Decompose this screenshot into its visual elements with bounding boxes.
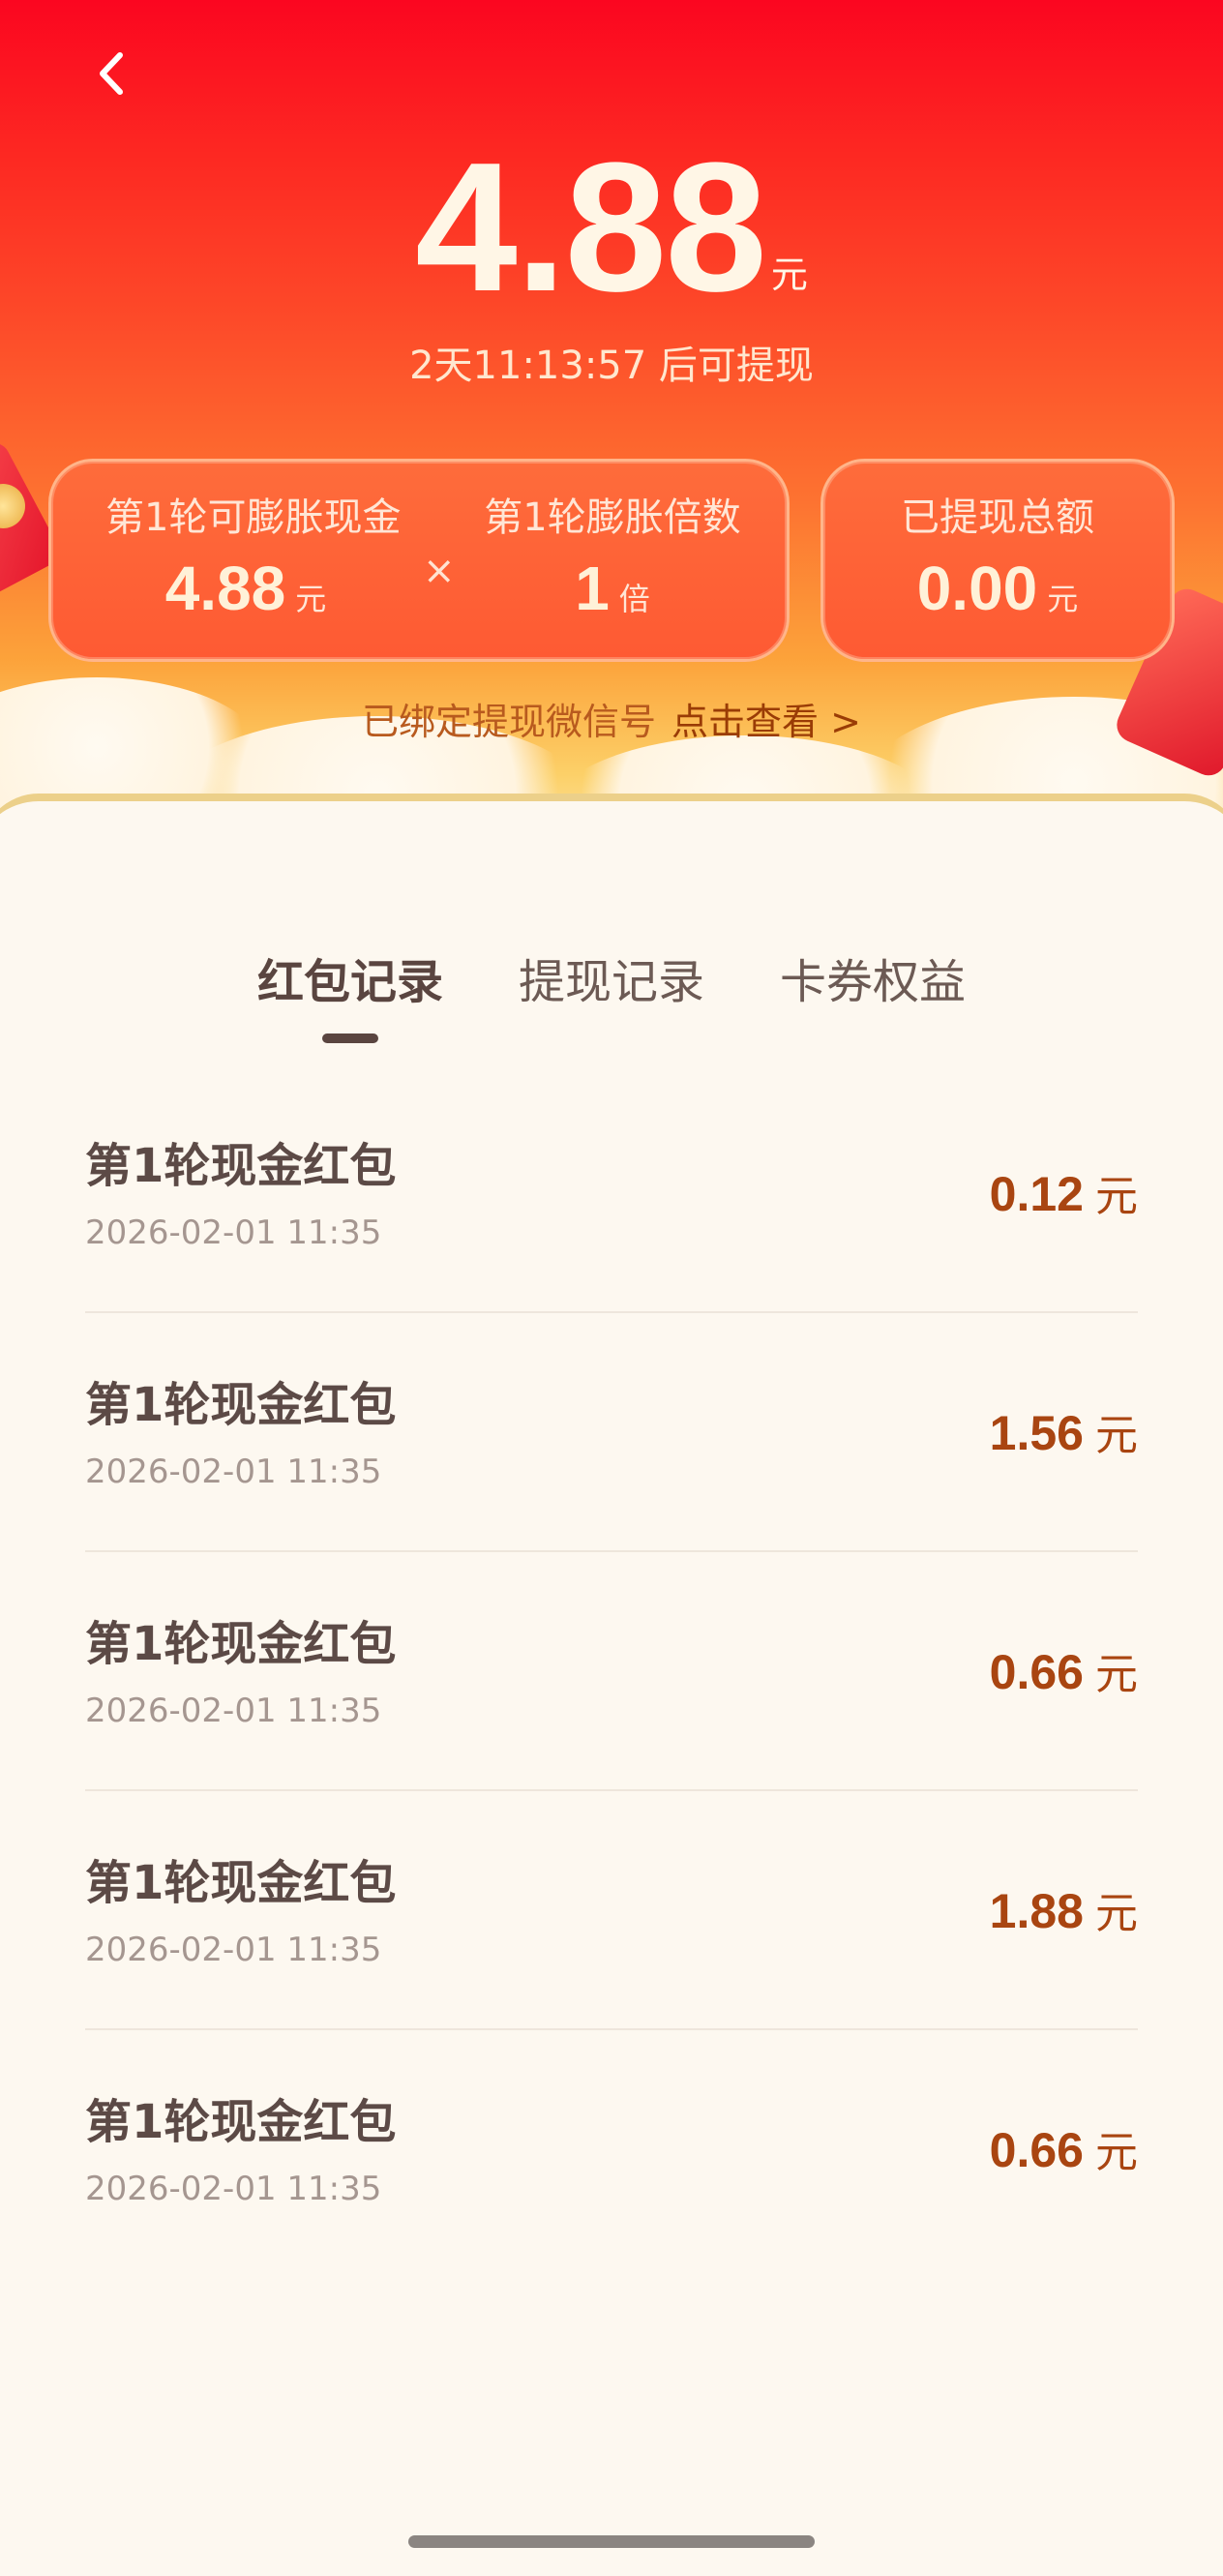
view-details-link[interactable]: 点击查看 > (671, 701, 861, 743)
record-amount-value: 0.12 (989, 1167, 1084, 1221)
round-multiplier-value: 1 (575, 554, 610, 623)
withdrawn-total-stat: 已提现总额 0.00 元 (823, 491, 1172, 622)
record-amount-unit: 元 (1095, 1172, 1138, 1221)
red-packet-record-list: 第1轮现金红包 2026-02-01 11:35 0.12 元 第1轮现金红包 … (85, 1074, 1138, 2269)
record-amount: 0.66 元 (990, 2117, 1138, 2179)
withdrawn-total-card: 已提现总额 0.00 元 (820, 459, 1175, 662)
record-amount: 1.56 元 (990, 1400, 1138, 1462)
withdrawn-total-value: 0.00 (916, 554, 1038, 623)
record-title: 第1轮现金红包 (85, 1378, 397, 1432)
round-multiplier-stat: 第1轮膨胀倍数 1 倍 (477, 491, 748, 622)
home-indicator[interactable] (408, 2535, 815, 2548)
record-amount-unit: 元 (1095, 1650, 1138, 1699)
round-stats-card: 第1轮可膨胀现金 4.88 元 × 第1轮膨胀倍数 1 倍 (48, 459, 790, 662)
round-cash-stat: 第1轮可膨胀现金 4.88 元 (105, 491, 402, 623)
record-amount-value: 0.66 (989, 2123, 1084, 2177)
record-title: 第1轮现金红包 (85, 1139, 397, 1193)
list-item[interactable]: 第1轮现金红包 2026-02-01 11:35 0.66 元 (85, 2030, 1138, 2269)
round-cash-unit: 元 (295, 581, 327, 617)
record-time: 2026-02-01 11:35 (85, 1453, 382, 1491)
record-time: 2026-02-01 11:35 (85, 1213, 382, 1252)
list-item[interactable]: 第1轮现金红包 2026-02-01 11:35 0.66 元 (85, 1552, 1138, 1791)
withdrawn-total-label: 已提现总额 (901, 495, 1094, 540)
chevron-left-icon (100, 52, 123, 95)
round-cash-value: 4.88 (164, 554, 286, 623)
record-title: 第1轮现金红包 (85, 1617, 397, 1671)
record-time: 2026-02-01 11:35 (85, 1931, 382, 1969)
tab-label: 提现记录 (518, 955, 704, 1009)
round-cash-label: 第1轮可膨胀现金 (105, 495, 402, 540)
record-amount: 0.12 元 (990, 1161, 1138, 1223)
record-amount-unit: 元 (1095, 2128, 1138, 2177)
record-time: 2026-02-01 11:35 (85, 1692, 382, 1730)
record-tabs: 红包记录 提现记录 卡券权益 (0, 948, 1223, 1043)
tab-withdraw-records[interactable]: 提现记录 (519, 948, 704, 1016)
page: 4.88 元 2天11:13:57 后可提现 第1轮可膨胀现金 4.88 元 ×… (0, 0, 1223, 2576)
round-multiplier-label: 第1轮膨胀倍数 (484, 495, 741, 540)
bound-wechat-text: 已绑定提现微信号 (362, 701, 657, 743)
record-amount: 0.66 元 (990, 1639, 1138, 1701)
tab-coupon-benefits[interactable]: 卡券权益 (780, 948, 966, 1016)
record-title: 第1轮现金红包 (85, 1856, 397, 1910)
hero-header: 4.88 元 2天11:13:57 后可提现 第1轮可膨胀现金 4.88 元 ×… (0, 0, 1223, 871)
record-amount-unit: 元 (1095, 1889, 1138, 1938)
list-item[interactable]: 第1轮现金红包 2026-02-01 11:35 0.12 元 (85, 1074, 1138, 1313)
record-amount-value: 0.66 (989, 1645, 1084, 1699)
record-amount: 1.88 元 (990, 1878, 1138, 1940)
withdraw-countdown: 2天11:13:57 后可提现 (409, 344, 814, 388)
multiply-sign: × (423, 549, 456, 593)
record-amount-value: 1.88 (989, 1884, 1084, 1938)
balance-unit: 元 (770, 254, 808, 296)
tab-label: 卡券权益 (780, 955, 967, 1009)
round-multiplier-unit: 倍 (618, 581, 650, 617)
list-item[interactable]: 第1轮现金红包 2026-02-01 11:35 1.56 元 (85, 1313, 1138, 1552)
tab-label: 红包记录 (256, 955, 443, 1009)
record-title: 第1轮现金红包 (85, 2095, 397, 2149)
balance-amount: 4.88 元 (0, 135, 1223, 319)
hero-bottom-edge (0, 794, 1223, 871)
active-tab-indicator (321, 1033, 378, 1043)
record-amount-unit: 元 (1095, 1411, 1138, 1460)
list-item[interactable]: 第1轮现金红包 2026-02-01 11:35 1.88 元 (85, 1791, 1138, 2030)
back-button[interactable] (83, 46, 137, 101)
record-time: 2026-02-01 11:35 (85, 2170, 382, 2208)
balance-value: 4.88 (415, 125, 767, 330)
withdrawn-total-unit: 元 (1047, 581, 1079, 617)
bound-wechat-link[interactable]: 已绑定提现微信号 点击查看 > (0, 692, 1223, 745)
record-amount-value: 1.56 (989, 1406, 1084, 1460)
tab-red-packet-records[interactable]: 红包记录 (256, 948, 443, 1043)
